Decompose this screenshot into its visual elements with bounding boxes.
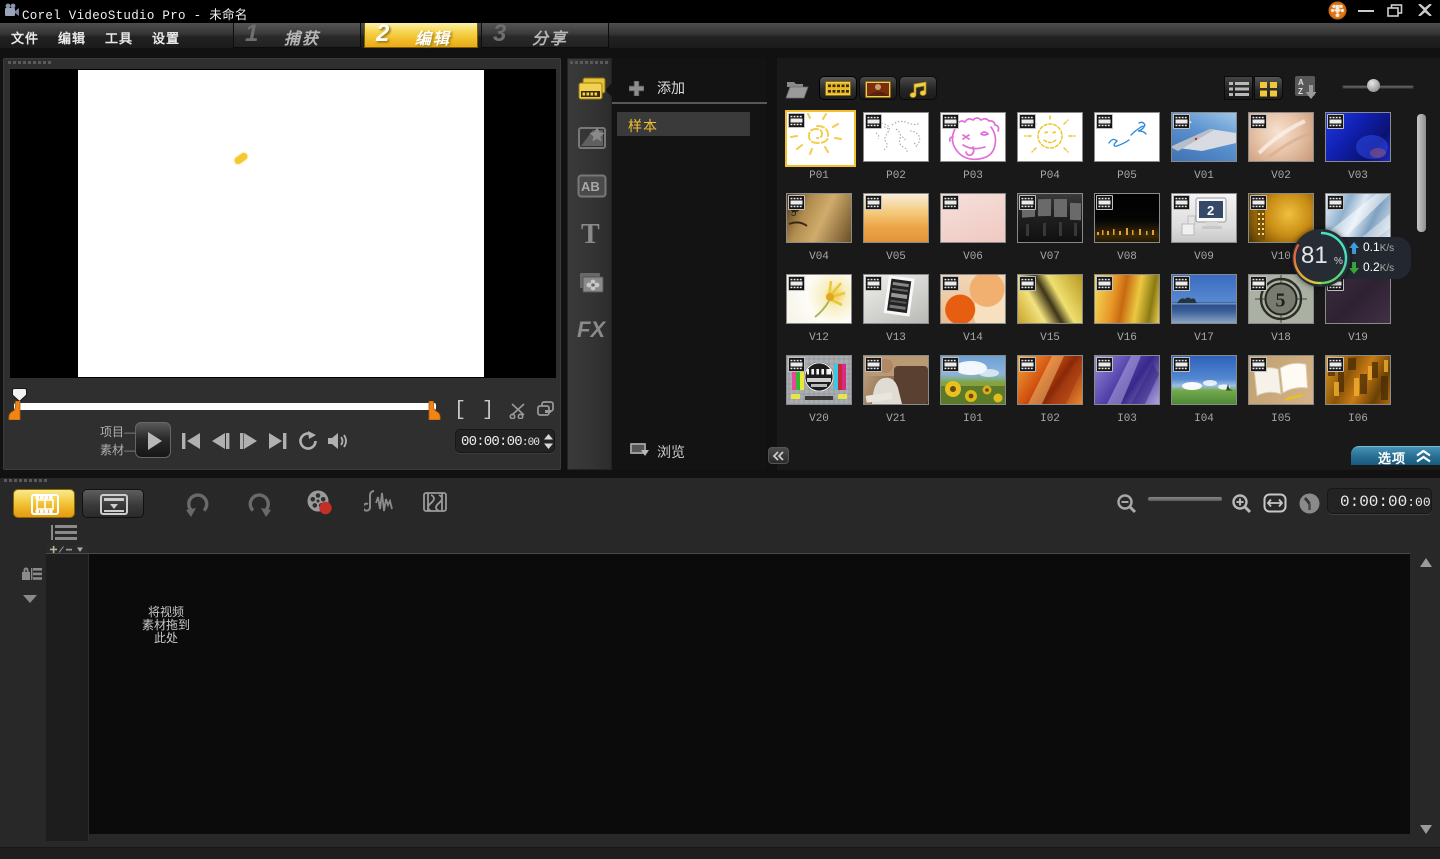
svg-text:Z: Z (1298, 87, 1303, 96)
svg-text:A: A (1298, 78, 1304, 87)
svg-text:5: 5 (1276, 290, 1286, 312)
svg-text:2: 2 (1207, 203, 1214, 218)
svg-text:AB: AB (581, 179, 600, 194)
